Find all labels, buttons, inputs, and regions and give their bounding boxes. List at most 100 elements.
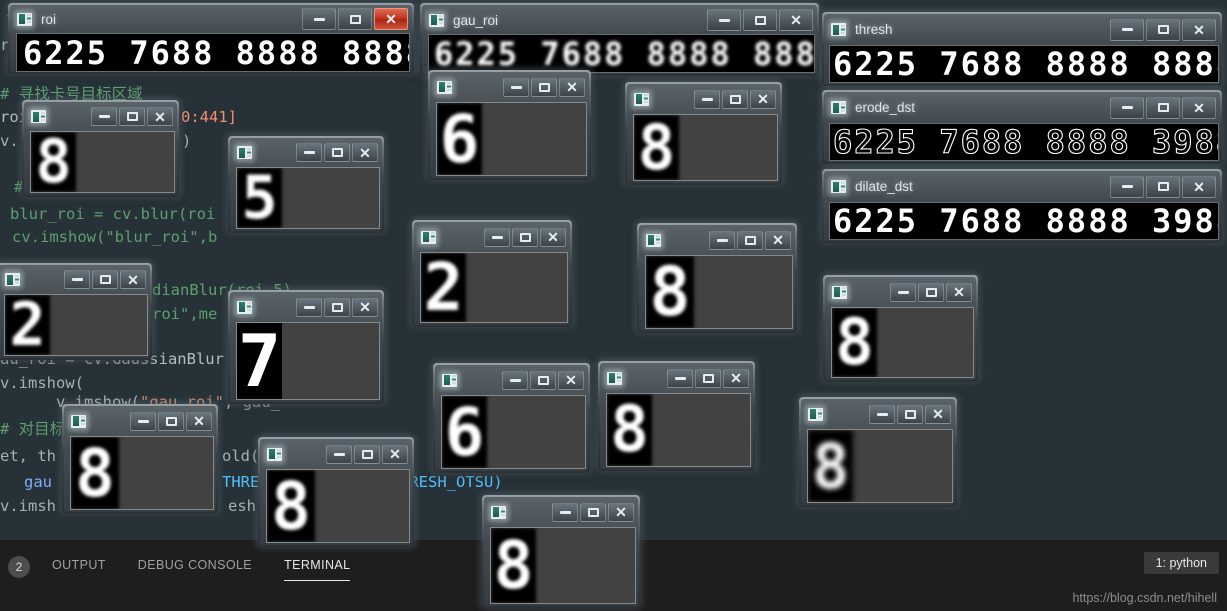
window-titlebar[interactable]: ✕ — [639, 225, 795, 255]
window-close-button[interactable]: ✕ — [120, 270, 146, 289]
window-titlebar[interactable]: ✕ — [230, 292, 382, 322]
window-maximize-button[interactable] — [531, 77, 557, 97]
window-maximize-button[interactable] — [743, 9, 777, 31]
tab-terminal[interactable]: TERMINAL — [284, 558, 351, 581]
opencv-window-d-8g[interactable]: ✕ 8 — [482, 495, 640, 608]
window-maximize-button[interactable] — [1146, 96, 1180, 119]
window-maximize-button[interactable] — [918, 282, 944, 302]
window-close-button[interactable]: ✕ — [540, 227, 566, 247]
window-titlebar[interactable]: roi ✕ — [10, 5, 412, 33]
window-titlebar[interactable]: thresh ✕ — [824, 14, 1220, 45]
window-close-button[interactable]: ✕ — [750, 89, 776, 109]
opencv-window-erode_dst[interactable]: erode_dst ✕ 6225 7688 8888 3988 — [822, 90, 1222, 164]
window-maximize-button[interactable] — [722, 89, 748, 109]
window-minimize-button[interactable] — [484, 227, 510, 247]
window-minimize-button[interactable] — [302, 8, 336, 30]
window-minimize-button[interactable] — [130, 411, 156, 431]
window-titlebar[interactable]: dilate_dst ✕ — [824, 171, 1220, 202]
window-close-button[interactable]: ✕ — [608, 502, 634, 522]
window-titlebar[interactable]: erode_dst ✕ — [824, 92, 1220, 123]
window-close-button[interactable]: ✕ — [559, 77, 585, 97]
window-close-button[interactable]: ✕ — [352, 297, 378, 317]
window-maximize-button[interactable] — [580, 502, 606, 522]
opencv-window-thresh[interactable]: thresh ✕ 6225 7688 8888 8888 — [822, 12, 1222, 86]
window-maximize-button[interactable] — [119, 107, 145, 126]
window-titlebar[interactable]: ✕ — [414, 222, 570, 252]
window-close-button[interactable]: ✕ — [946, 282, 972, 302]
window-close-button[interactable]: ✕ — [1182, 96, 1216, 119]
window-titlebar[interactable]: ✕ — [801, 399, 955, 429]
window-minimize-button[interactable] — [296, 143, 322, 162]
opencv-window-d-8a[interactable]: ✕ 8 — [22, 100, 179, 197]
window-titlebar[interactable]: ✕ — [430, 72, 589, 102]
window-maximize-button[interactable] — [512, 227, 538, 247]
window-minimize-button[interactable] — [890, 282, 916, 302]
window-minimize-button[interactable] — [91, 107, 117, 126]
terminal-selector-dropdown[interactable]: 1: python — [1143, 552, 1219, 574]
window-minimize-button[interactable] — [503, 77, 529, 97]
window-close-button[interactable]: ✕ — [779, 9, 813, 31]
window-titlebar[interactable]: ✕ — [260, 439, 412, 469]
window-titlebar[interactable]: ✕ — [64, 406, 216, 436]
opencv-window-d-5[interactable]: ✕ 5 — [228, 136, 384, 233]
window-close-button[interactable]: ✕ — [925, 404, 951, 424]
opencv-window-d-2a[interactable]: ✕ 2 — [0, 263, 152, 360]
window-titlebar[interactable]: ✕ — [825, 277, 976, 307]
window-maximize-button[interactable] — [530, 370, 556, 390]
problems-count-badge[interactable]: 2 — [8, 556, 30, 578]
opencv-window-d-6b[interactable]: ✕ 6 — [433, 363, 590, 473]
window-minimize-button[interactable] — [1110, 175, 1144, 198]
window-titlebar[interactable]: ✕ — [484, 497, 638, 527]
window-titlebar[interactable]: ✕ — [600, 363, 753, 393]
tab-debug-console[interactable]: DEBUG CONSOLE — [138, 558, 252, 577]
window-minimize-button[interactable] — [707, 9, 741, 31]
window-minimize-button[interactable] — [667, 368, 693, 388]
window-maximize-button[interactable] — [354, 444, 380, 464]
window-minimize-button[interactable] — [869, 404, 895, 424]
window-maximize-button[interactable] — [92, 270, 118, 289]
window-close-button[interactable]: ✕ — [382, 444, 408, 464]
window-titlebar[interactable]: ✕ — [627, 84, 780, 114]
opencv-window-d-8d[interactable]: ✕ 8 — [625, 82, 782, 185]
window-close-button[interactable]: ✕ — [1182, 18, 1216, 41]
window-maximize-button[interactable] — [1146, 175, 1180, 198]
window-maximize-button[interactable] — [897, 404, 923, 424]
window-close-button[interactable]: ✕ — [352, 143, 378, 162]
window-close-button[interactable]: ✕ — [186, 411, 212, 431]
window-titlebar[interactable]: ✕ — [435, 365, 588, 395]
window-minimize-button[interactable] — [694, 89, 720, 109]
opencv-window-d-8c[interactable]: ✕ 8 — [258, 437, 414, 547]
opencv-window-d-8f[interactable]: ✕ 8 — [598, 361, 755, 471]
window-minimize-button[interactable] — [296, 297, 322, 317]
opencv-window-d-7[interactable]: ✕ 7 — [228, 290, 384, 404]
opencv-window-d-8e[interactable]: ✕ 8 — [637, 223, 797, 333]
tab-output[interactable]: OUTPUT — [52, 558, 106, 577]
window-maximize-button[interactable] — [324, 297, 350, 317]
window-titlebar[interactable]: ✕ — [230, 138, 382, 167]
opencv-window-d-8i[interactable]: ✕ 8 — [799, 397, 957, 507]
window-titlebar[interactable]: ✕ — [24, 102, 177, 131]
window-minimize-button[interactable] — [709, 230, 735, 250]
window-maximize-button[interactable] — [695, 368, 721, 388]
opencv-window-d-2b[interactable]: ✕ 2 — [412, 220, 572, 327]
window-maximize-button[interactable] — [324, 143, 350, 162]
opencv-window-gau_roi[interactable]: gau_roi ✕ 6225 7688 8888 8888 — [420, 3, 819, 76]
opencv-window-dilate_dst[interactable]: dilate_dst ✕ 6225 7688 8888 3988 — [822, 169, 1222, 243]
window-close-button[interactable]: ✕ — [374, 8, 408, 30]
window-close-button[interactable]: ✕ — [147, 107, 173, 126]
window-close-button[interactable]: ✕ — [1182, 175, 1216, 198]
opencv-window-d-8h[interactable]: ✕ 8 — [823, 275, 978, 382]
window-maximize-button[interactable] — [338, 8, 372, 30]
window-titlebar[interactable]: ✕ — [0, 265, 150, 294]
window-minimize-button[interactable] — [64, 270, 90, 289]
window-close-button[interactable]: ✕ — [723, 368, 749, 388]
window-minimize-button[interactable] — [326, 444, 352, 464]
opencv-window-d-6a[interactable]: ✕ 6 — [428, 70, 591, 180]
window-maximize-button[interactable] — [158, 411, 184, 431]
opencv-window-roi[interactable]: roi ✕ 6225 7688 8888 8888 — [8, 3, 414, 74]
window-close-button[interactable]: ✕ — [765, 230, 791, 250]
window-minimize-button[interactable] — [502, 370, 528, 390]
window-titlebar[interactable]: gau_roi ✕ — [422, 5, 817, 35]
window-maximize-button[interactable] — [737, 230, 763, 250]
window-minimize-button[interactable] — [1110, 18, 1144, 41]
